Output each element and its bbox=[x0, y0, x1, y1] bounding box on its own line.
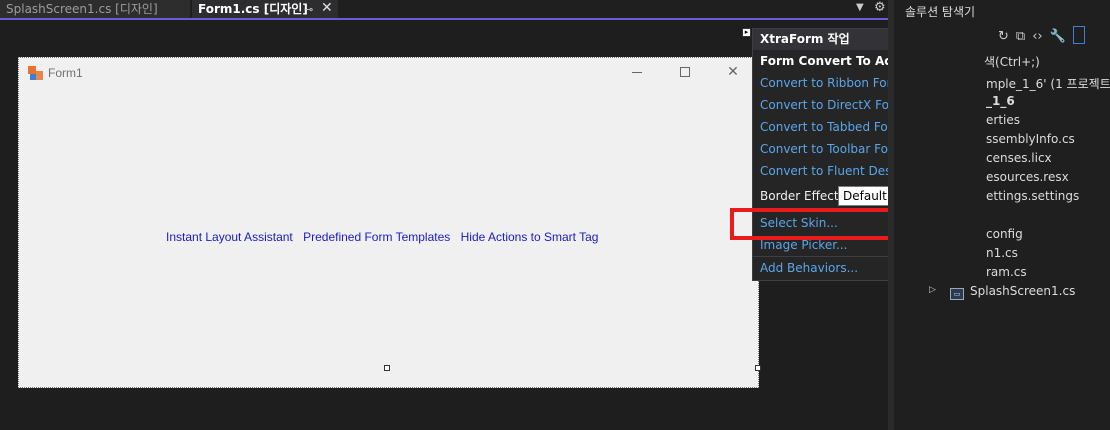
tab-splashscreen-design[interactable]: SplashScreen1.cs [디자인] bbox=[0, 0, 190, 19]
select-skin-link[interactable]: Select Skin... bbox=[760, 216, 838, 230]
expand-arrow-icon[interactable]: ▷ bbox=[929, 285, 936, 295]
form-app-icon bbox=[28, 66, 44, 82]
pin-icon[interactable]: ⊸ bbox=[304, 0, 313, 19]
app-config-node[interactable]: config bbox=[986, 227, 1023, 241]
code-view-icon[interactable]: ‹› bbox=[1032, 29, 1042, 44]
form1-node[interactable]: n1.cs bbox=[986, 246, 1018, 260]
solution-node[interactable]: mple_1_6' (1 프로젝트의 bbox=[986, 75, 1110, 92]
settings-node[interactable]: ettings.settings bbox=[986, 189, 1079, 203]
maximize-icon[interactable] bbox=[675, 63, 695, 81]
document-tab-bar: SplashScreen1.cs [디자인] Form1.cs [디자인] ⊸ … bbox=[0, 0, 888, 20]
form-title: Form1 bbox=[48, 66, 83, 80]
convert-toolbar-link[interactable]: Convert to Toolbar Form bbox=[760, 142, 904, 156]
assemblyinfo-node[interactable]: ssemblyInfo.cs bbox=[986, 132, 1075, 146]
refresh-icon[interactable]: ↻ bbox=[998, 29, 1009, 44]
tab-form1-design[interactable]: Form1.cs [디자인] ⊸ ✕ bbox=[192, 0, 338, 19]
close-icon[interactable]: ✕ bbox=[321, 0, 333, 18]
convert-directx-link[interactable]: Convert to DirectX Form bbox=[760, 98, 905, 112]
form-file-icon: ▭ bbox=[950, 288, 964, 300]
hide-actions-link[interactable]: Hide Actions to Smart Tag bbox=[461, 230, 599, 244]
resize-handle-bottom-right[interactable] bbox=[755, 365, 761, 371]
properties-node[interactable]: erties bbox=[986, 113, 1020, 127]
splashscreen-node[interactable]: ▭ SplashScreen1.cs bbox=[950, 284, 1075, 300]
explorer-title: 솔루션 탐색기 bbox=[905, 5, 976, 19]
licenses-node[interactable]: censes.licx bbox=[986, 151, 1052, 165]
instant-layout-assistant-link[interactable]: Instant Layout Assistant bbox=[166, 230, 293, 244]
convert-tabbed-link[interactable]: Convert to Tabbed Form bbox=[760, 120, 904, 134]
border-effect-label: Border Effect bbox=[760, 189, 839, 203]
solution-explorer: 솔루션 탐색기 ↻ ⧉ ‹› 🔧 색(Ctrl+;) mple_1_6' (1 프로젝… bbox=[888, 0, 1110, 430]
smart-tag-icon[interactable]: ▸ bbox=[742, 28, 751, 37]
add-behaviors-link[interactable]: Add Behaviors... bbox=[760, 261, 858, 275]
program-node[interactable]: ram.cs bbox=[986, 265, 1027, 279]
chevron-down-icon[interactable]: ▼ bbox=[856, 2, 864, 13]
design-form[interactable]: Form1 ✕ Instant Layout Assistant Predefi… bbox=[18, 57, 759, 388]
form-designer-links: Instant Layout Assistant Predefined Form… bbox=[166, 230, 605, 244]
image-picker-link[interactable]: Image Picker... bbox=[760, 238, 847, 252]
tab-label: SplashScreen1.cs [디자인] bbox=[6, 2, 158, 16]
project-node[interactable]: _1_6 bbox=[986, 94, 1015, 108]
resources-node[interactable]: esources.resx bbox=[986, 170, 1069, 184]
properties-wrench-icon[interactable]: 🔧 bbox=[1050, 29, 1066, 44]
collapse-all-icon[interactable]: ⧉ bbox=[1016, 29, 1025, 44]
convert-ribbon-link[interactable]: Convert to Ribbon Form bbox=[760, 76, 903, 90]
tab-label: Form1.cs [디자인] bbox=[198, 2, 308, 16]
explorer-toolbar: ↻ ⧉ ‹› 🔧 bbox=[998, 26, 1092, 44]
gear-icon[interactable]: ⚙ bbox=[874, 0, 886, 15]
border-effect-value: Default bbox=[843, 189, 887, 203]
splashscreen-label: SplashScreen1.cs bbox=[970, 284, 1076, 298]
minimize-icon[interactable] bbox=[627, 63, 647, 81]
predefined-form-templates-link[interactable]: Predefined Form Templates bbox=[303, 230, 450, 244]
explorer-search-input[interactable]: 색(Ctrl+;) bbox=[984, 53, 1040, 70]
preview-toggle-icon[interactable] bbox=[1072, 26, 1085, 44]
resize-handle-bottom[interactable] bbox=[384, 365, 390, 371]
close-icon[interactable]: ✕ bbox=[723, 63, 743, 81]
